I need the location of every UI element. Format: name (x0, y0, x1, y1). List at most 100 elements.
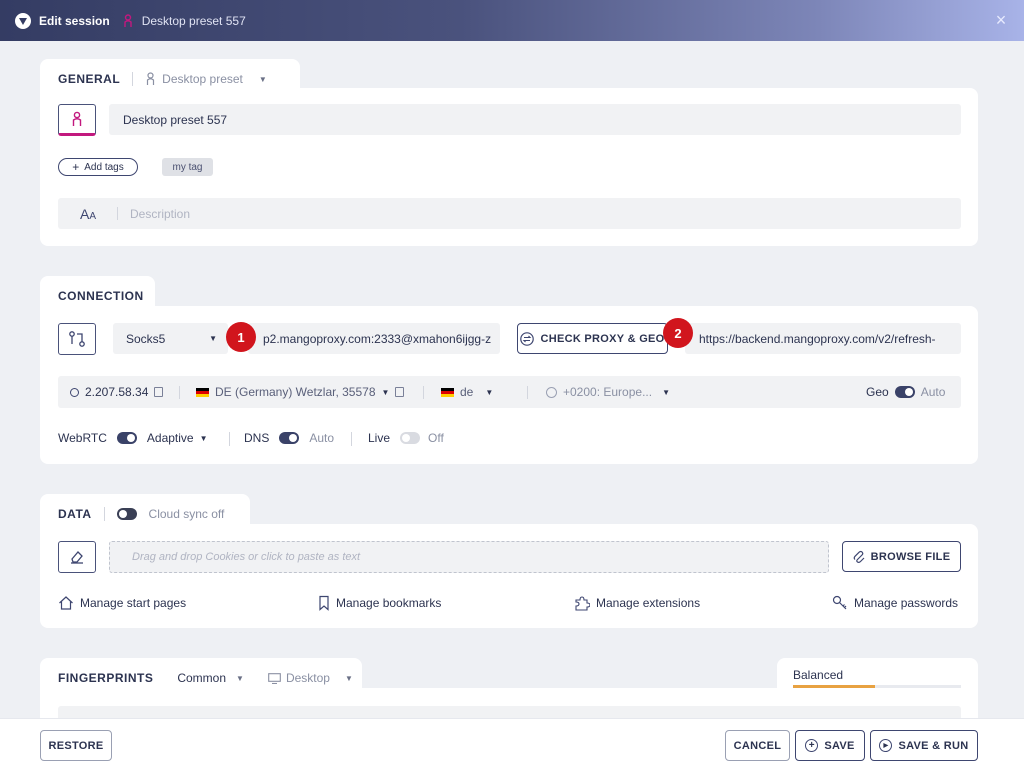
save-label: SAVE (824, 739, 855, 752)
divider (103, 507, 105, 521)
puzzle-icon (575, 596, 590, 611)
add-tags-label: Add tags (84, 161, 124, 173)
badge-label: 1 (237, 329, 245, 345)
monitor-icon (268, 672, 281, 684)
person-icon (147, 72, 155, 85)
manage-passwords-link[interactable]: Manage passwords (832, 595, 958, 611)
close-icon[interactable]: × (994, 11, 1008, 29)
cookies-drop-zone[interactable]: Drag and drop Cookies or click to paste … (109, 541, 829, 573)
geo-label: Geo (866, 385, 889, 399)
proxy-icon-button[interactable] (58, 323, 96, 355)
webrtc-group: WebRTC Adaptive ▼ (58, 431, 208, 445)
geo-location-select[interactable]: DE (Germany) Wetzlar, 35578 ▼ (196, 385, 405, 399)
geo-location-value: DE (Germany) Wetzlar, 35578 (215, 385, 376, 399)
annotation-badge-2: 2 (663, 318, 693, 348)
platform-value: Desktop (285, 671, 330, 685)
preset-label: Desktop preset (162, 72, 243, 86)
refresh-url-input[interactable]: https://backend.mangoproxy.com/v2/refres… (685, 323, 961, 354)
title-bar: Edit session Desktop preset 557 × (0, 0, 1024, 41)
manage-start-pages-label: Manage start pages (80, 596, 187, 610)
route-icon (69, 331, 85, 347)
timezone-value: +0200: Europe... (563, 385, 653, 399)
flag-de-icon (441, 387, 454, 397)
browse-file-button[interactable]: BROWSE FILE (842, 541, 961, 572)
proxy-string-input[interactable]: p2.mangoproxy.com:2333@xmahon6ijgg-z (248, 323, 500, 354)
description-field[interactable]: AA Description (58, 198, 961, 229)
data-title: DATA (58, 507, 92, 521)
cloud-sync-toggle[interactable] (116, 508, 137, 520)
add-tags-button[interactable]: + Add tags (58, 158, 138, 176)
balance-panel[interactable]: Balanced (777, 658, 978, 698)
key-icon (832, 595, 847, 610)
save-run-button[interactable]: ▶ SAVE & RUN (870, 730, 978, 761)
live-label: Live (368, 431, 391, 445)
manage-start-pages-link[interactable]: Manage start pages (58, 595, 186, 611)
restore-label: RESTORE (48, 739, 104, 752)
mode-select[interactable]: Common ▼ (177, 671, 244, 685)
balance-label: Balanced (793, 668, 844, 682)
font-icon: AA (80, 205, 97, 222)
session-name-input[interactable]: Desktop preset 557 (109, 104, 961, 135)
chevron-down-icon: ▼ (381, 387, 390, 397)
tag-chip[interactable]: my tag (162, 158, 213, 176)
session-name: Desktop preset 557 (141, 13, 246, 28)
manage-extensions-link[interactable]: Manage extensions (574, 595, 700, 611)
chevron-down-icon: ▼ (236, 673, 244, 683)
footer-bar: RESTORE CANCEL + SAVE ▶ SAVE & RUN (0, 718, 1024, 762)
person-icon (72, 111, 82, 126)
eraser-icon (71, 551, 83, 564)
plus-circle-icon: + (805, 739, 819, 752)
annotation-badge-1: 1 (226, 322, 256, 352)
refresh-url-value: https://backend.mangoproxy.com/v2/refres… (699, 331, 936, 346)
language-value: de (460, 385, 474, 399)
timezone-select[interactable]: +0200: Europe... ▼ (546, 385, 670, 399)
divider (179, 386, 180, 399)
manage-bookmarks-label: Manage bookmarks (336, 596, 442, 610)
copy-icon[interactable] (154, 387, 164, 397)
dns-label: DNS (244, 431, 270, 445)
copy-icon[interactable] (395, 387, 405, 397)
connection-section: Socks5 ▼ p2.mangoproxy.com:2333@xmahon6i… (40, 306, 978, 464)
chevron-down-icon: ▼ (199, 433, 208, 443)
chevron-down-icon: ▼ (209, 334, 217, 343)
divider (527, 386, 528, 399)
proxy-string-value: p2.mangoproxy.com:2333@xmahon6ijgg-z (263, 331, 492, 346)
cloud-sync-label: Cloud sync off (148, 507, 225, 521)
live-toggle[interactable] (400, 432, 421, 444)
preset-dropdown[interactable]: Desktop preset ▼ (145, 72, 267, 86)
home-icon (59, 596, 73, 610)
manage-bookmarks-link[interactable]: Manage bookmarks (318, 595, 441, 611)
restore-button[interactable]: RESTORE (40, 730, 112, 761)
browse-file-label: BROWSE FILE (870, 550, 951, 563)
divider (351, 432, 352, 446)
platform-select[interactable]: Desktop ▼ (268, 671, 353, 685)
dns-toggle[interactable] (279, 432, 300, 444)
webrtc-mode[interactable]: Adaptive (147, 431, 194, 445)
ip-value: 2.207.58.34 (85, 385, 149, 399)
save-button[interactable]: + SAVE (795, 730, 865, 761)
person-icon (123, 13, 132, 27)
divider (229, 432, 230, 446)
eraser-button[interactable] (58, 541, 96, 573)
swap-icon (520, 331, 535, 346)
fingerprints-title: FINGERPRINTS (58, 671, 154, 685)
manage-extensions-label: Manage extensions (596, 596, 701, 610)
webrtc-toggle[interactable] (116, 432, 137, 444)
chevron-down-icon: ▼ (258, 74, 267, 84)
webrtc-label: WebRTC (58, 431, 107, 445)
geo-toggle-group: Geo Auto (866, 385, 945, 399)
data-section: Drag and drop Cookies or click to paste … (40, 524, 978, 628)
ip-item[interactable]: 2.207.58.34 (70, 385, 164, 399)
avatar-icon-button[interactable] (58, 104, 96, 136)
mode-value: Common (177, 671, 227, 685)
proxy-type-select[interactable]: Socks5 ▼ (113, 323, 228, 354)
paperclip-icon (853, 550, 865, 563)
language-select[interactable]: de ▼ (441, 385, 493, 399)
geo-toggle[interactable] (894, 386, 915, 398)
play-circle-icon: ▶ (879, 739, 893, 752)
check-proxy-button[interactable]: CHECK PROXY & GEO (517, 323, 668, 354)
geo-row: 2.207.58.34 DE (Germany) Wetzlar, 35578 … (58, 376, 961, 408)
save-run-label: SAVE & RUN (898, 739, 969, 752)
manage-passwords-label: Manage passwords (854, 596, 959, 610)
cancel-button[interactable]: CANCEL (725, 730, 790, 761)
